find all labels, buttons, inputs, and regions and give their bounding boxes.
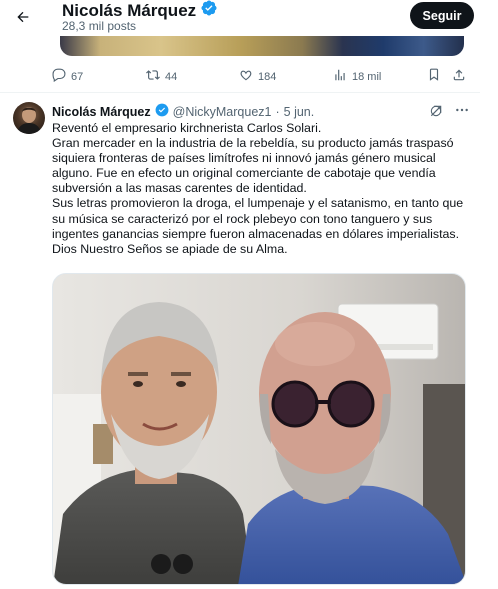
previous-post-media[interactable] <box>60 36 464 56</box>
like-count: 184 <box>258 70 277 83</box>
tweet-line: Reventó el empresario kirchnerista Carlo… <box>52 121 322 135</box>
tweet-text: Reventó el empresario kirchnerista Carlo… <box>52 121 472 257</box>
like-button[interactable]: 184 <box>239 68 276 85</box>
profile-header: Nicolás Márquez 28,3 mil posts Seguir <box>0 0 498 36</box>
follow-button[interactable]: Seguir <box>410 2 474 29</box>
grok-icon[interactable] <box>428 103 444 119</box>
views-count: 18 mil <box>352 70 382 83</box>
reply-count: 67 <box>71 70 84 83</box>
previous-post-actions: 67 44 184 18 mil <box>0 63 498 85</box>
tweet-photo[interactable] <box>52 273 466 585</box>
author-handle[interactable]: @NickyMarquez1 <box>173 105 272 119</box>
back-arrow-icon[interactable] <box>10 4 36 30</box>
bookmark-icon <box>427 68 441 85</box>
like-icon <box>239 68 253 85</box>
reply-button[interactable]: 67 <box>52 68 83 85</box>
views-icon <box>333 68 347 85</box>
avatar[interactable] <box>13 102 45 134</box>
header-title: Nicolás Márquez <box>62 0 217 21</box>
bookmark-button[interactable] <box>427 68 441 85</box>
posts-count: 28,3 mil posts <box>62 19 137 33</box>
tweet-line: Sus letras promovieron la droga, el lump… <box>52 196 464 241</box>
tweet-header: Nicolás Márquez @NickyMarquez1 · 5 jun. <box>52 103 314 120</box>
views-button[interactable]: 18 mil <box>333 68 381 85</box>
divider <box>0 92 480 93</box>
post-date[interactable]: 5 jun. <box>284 105 315 119</box>
share-button[interactable] <box>452 68 466 85</box>
tweet-line: Dios Nuestro Seños se apiade de su Alma. <box>52 241 288 256</box>
tweet-line: Gran mercader en la industria de la rebe… <box>52 136 454 196</box>
repost-count: 44 <box>165 70 178 83</box>
repost-button[interactable]: 44 <box>146 68 177 85</box>
repost-icon <box>146 68 160 85</box>
verified-icon <box>201 0 217 21</box>
author-name[interactable]: Nicolás Márquez <box>52 105 151 119</box>
reply-icon <box>52 68 66 85</box>
share-icon <box>452 68 466 85</box>
verified-icon <box>155 103 169 120</box>
more-icon[interactable] <box>454 102 470 118</box>
header-name: Nicolás Márquez <box>62 0 197 20</box>
separator: · <box>275 104 280 119</box>
